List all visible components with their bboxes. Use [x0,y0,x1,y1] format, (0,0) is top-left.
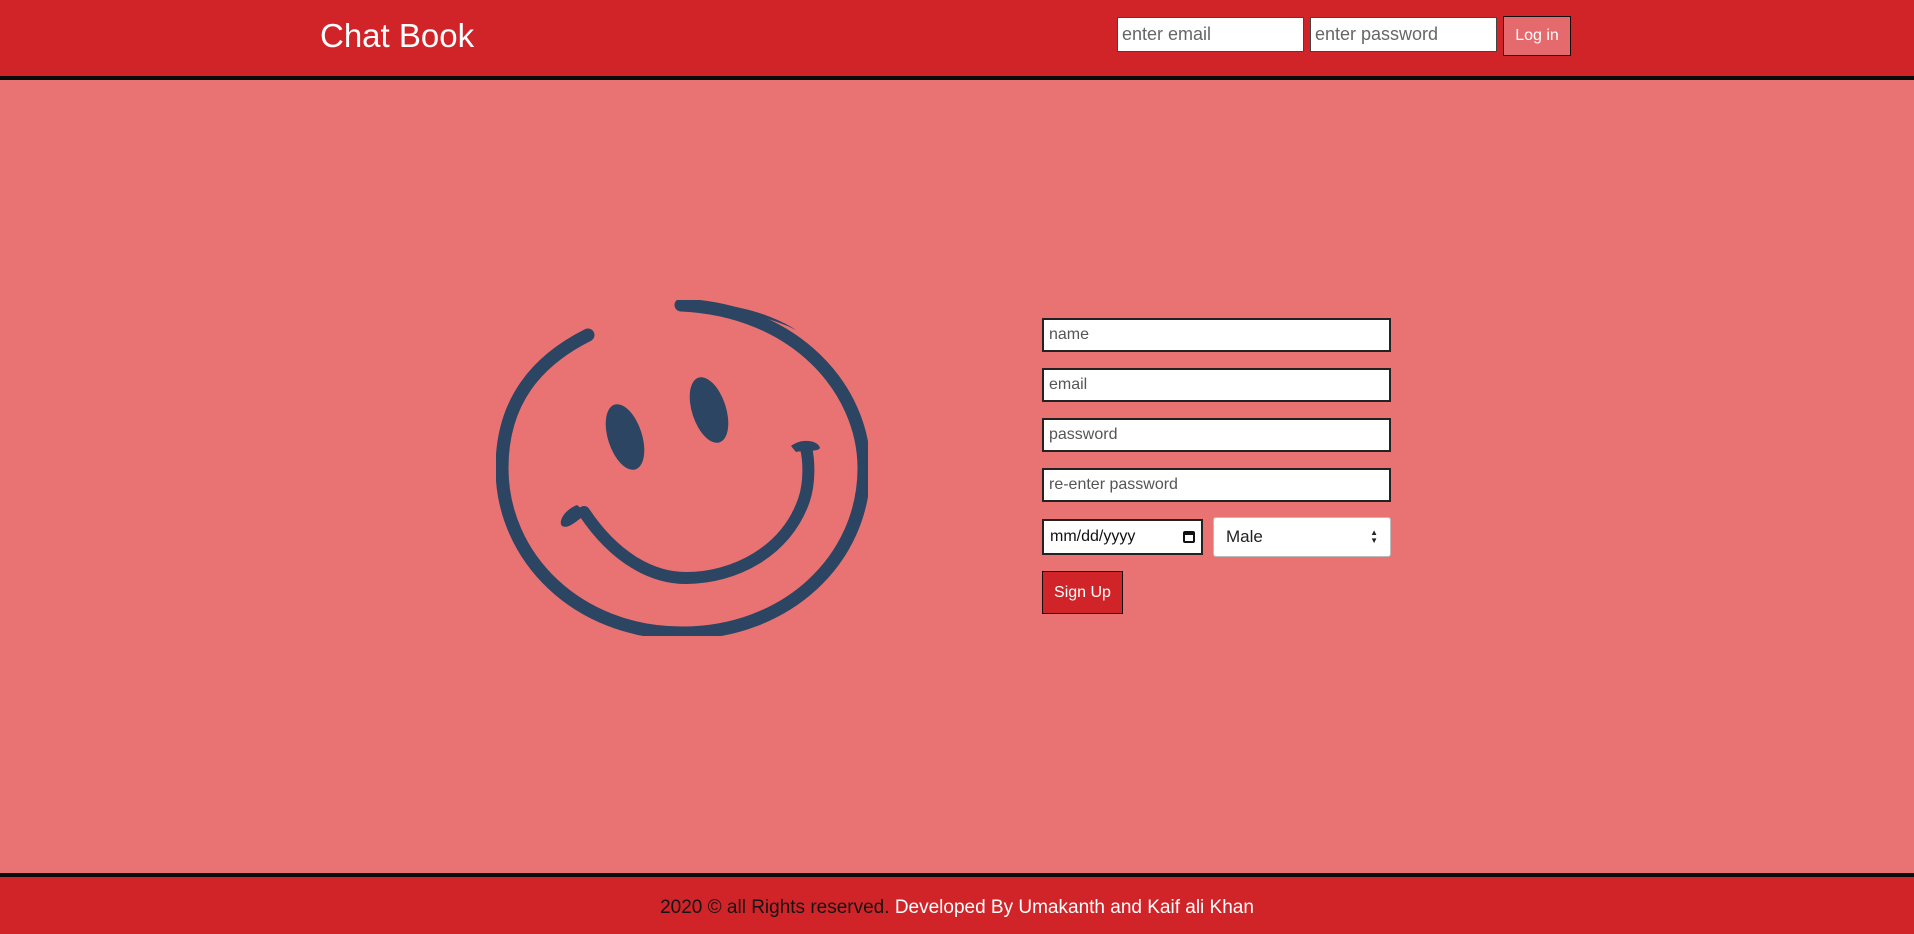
calendar-icon[interactable] [1183,531,1195,543]
gender-selected-value: Male [1226,527,1263,546]
dob-gender-row: mm/dd/yyyy Male ▲ ▼ [1042,517,1392,557]
gender-select[interactable]: Male ▲ ▼ [1213,517,1391,557]
signup-button[interactable]: Sign Up [1042,571,1123,614]
footer-credits: Developed By Umakanth and Kaif ali Khan [894,897,1254,918]
signup-form: mm/dd/yyyy Male ▲▼ Sign Up [1042,318,1392,614]
signup-name-input[interactable] [1042,318,1391,352]
date-placeholder: mm/dd/yyyy [1050,528,1136,545]
app-title: Chat Book [320,17,475,54]
login-password-input[interactable] [1310,17,1497,52]
footer: 2020 © all Rights reserved. Developed By… [0,873,1914,934]
signup-email-input[interactable] [1042,368,1391,402]
login-form: Log in [1117,16,1571,56]
signup-reenter-password-input[interactable] [1042,468,1391,502]
login-email-input[interactable] [1117,17,1304,52]
signup-password-input[interactable] [1042,418,1391,452]
login-button[interactable]: Log in [1503,16,1571,56]
smiley-face-icon [496,300,868,636]
date-of-birth-input[interactable]: mm/dd/yyyy [1042,519,1203,555]
footer-copyright: 2020 © all Rights reserved. [660,897,890,918]
top-navbar: Chat Book Log in [0,0,1914,80]
select-arrows-icon: ▲ ▼ [1370,528,1378,545]
